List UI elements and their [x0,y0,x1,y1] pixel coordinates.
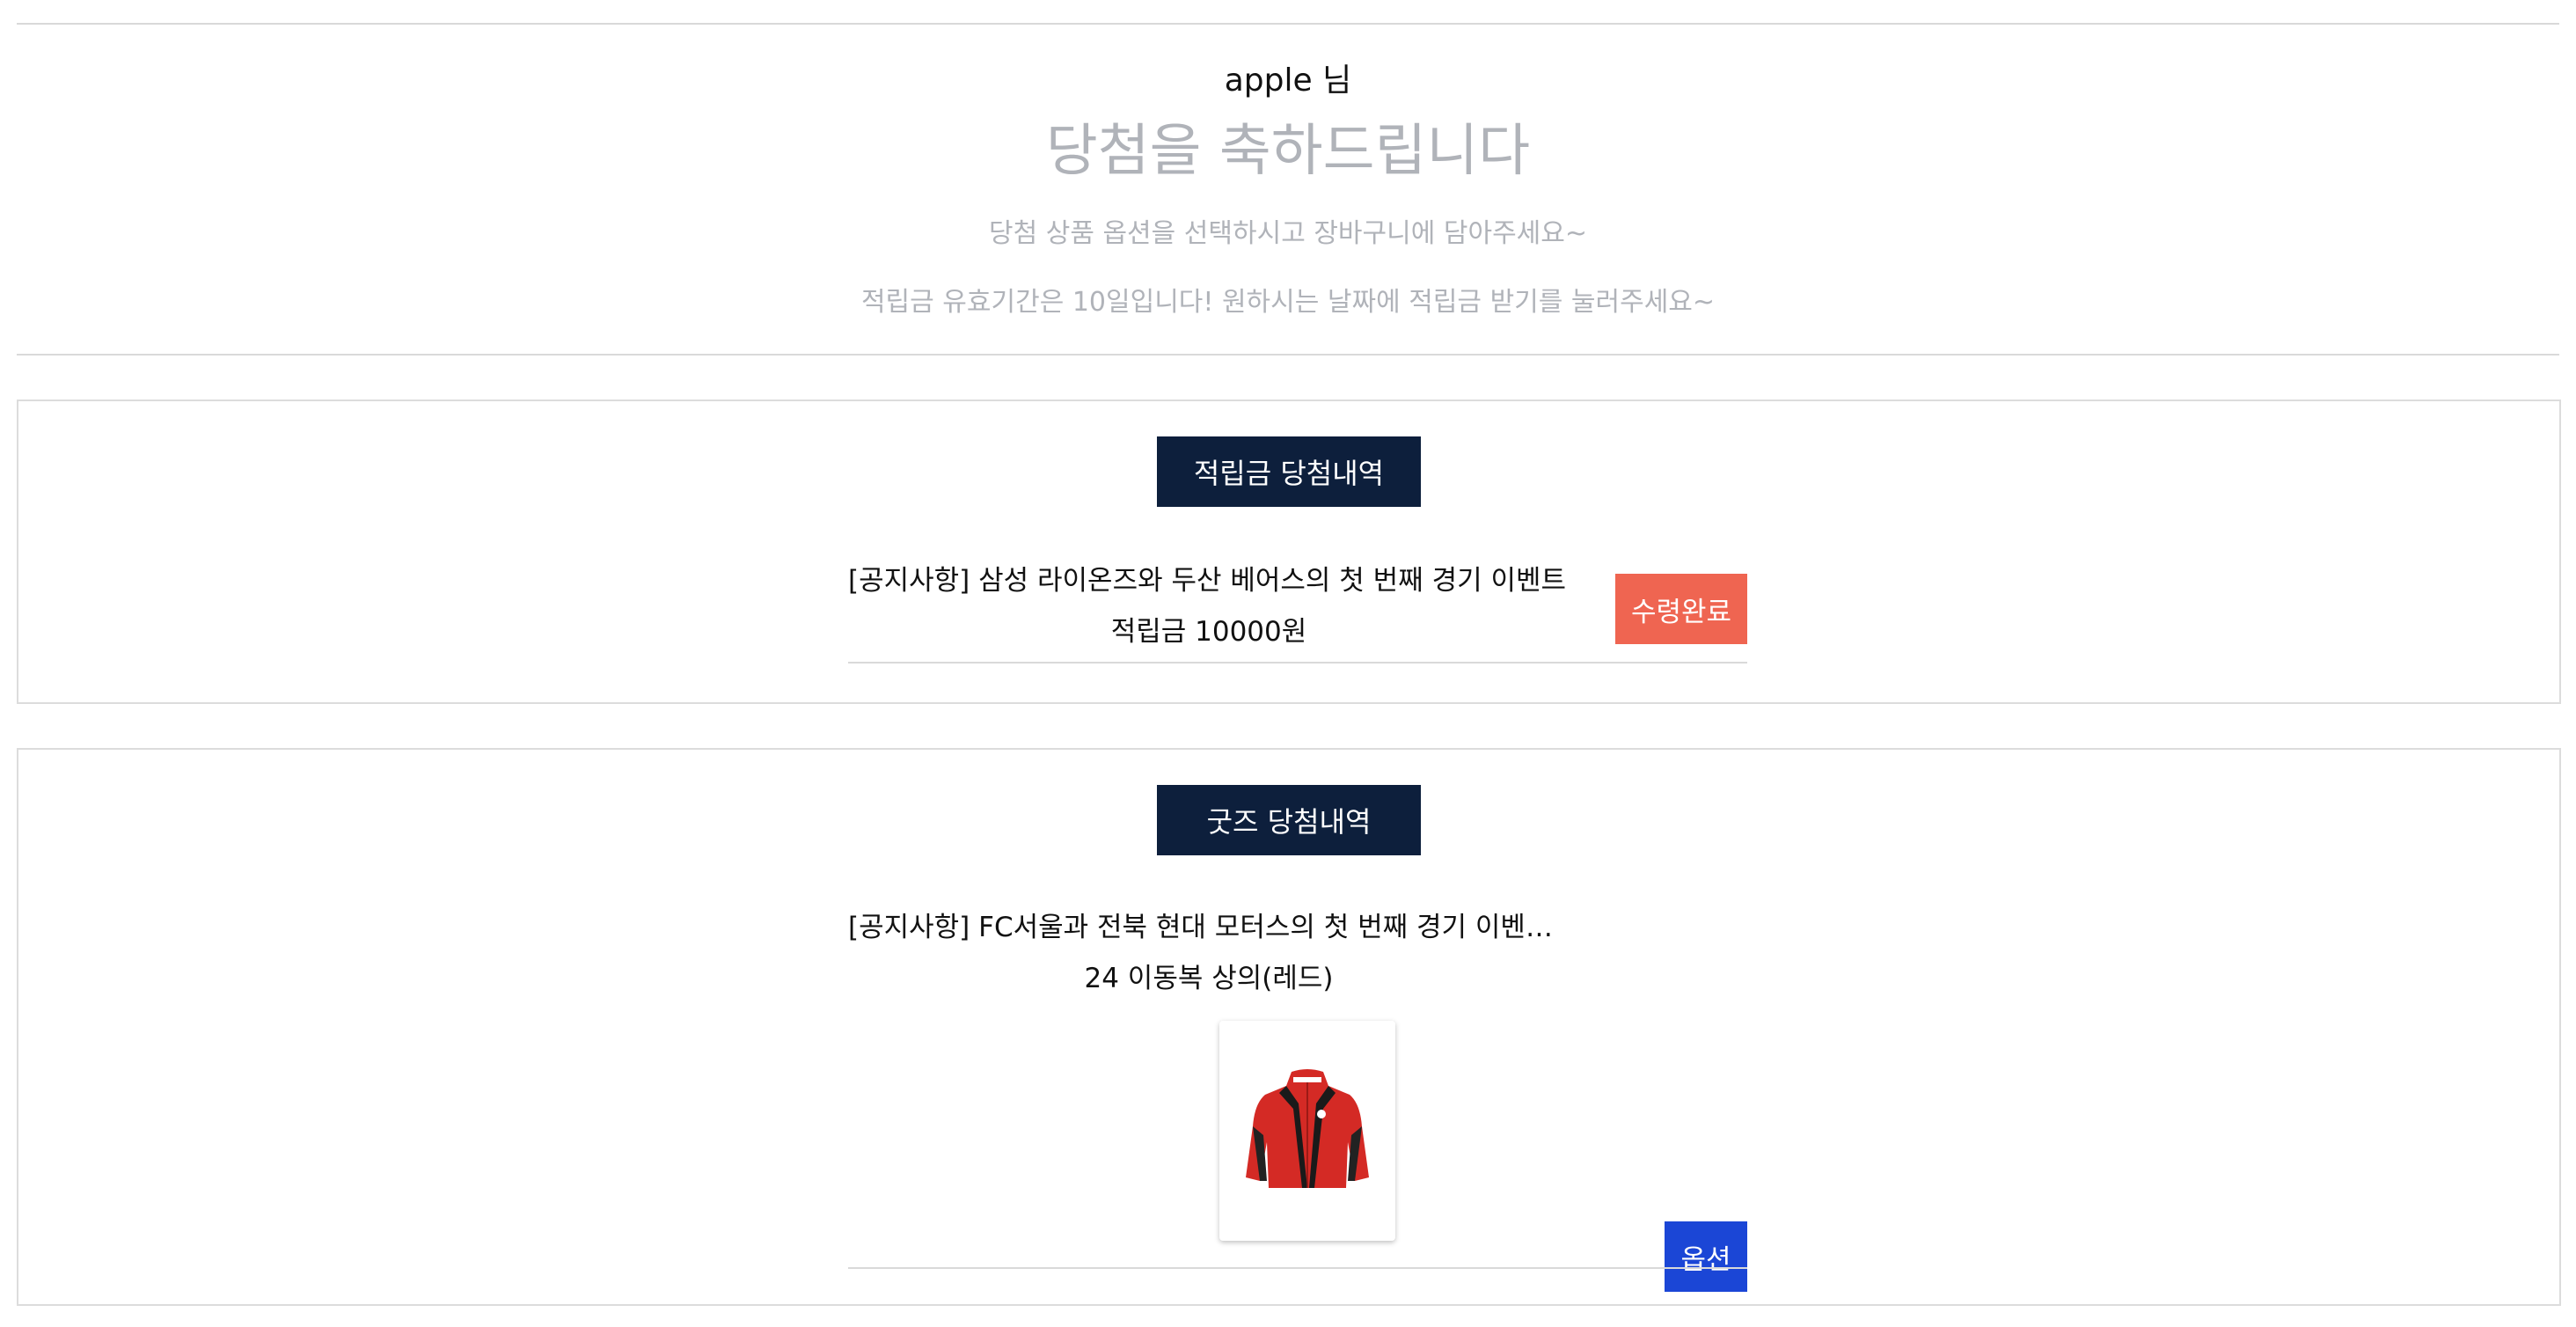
goods-win-panel: 굿즈 당첨내역 [공지사항] FC서울과 전북 현대 모터스의 첫 번째 경기 … [17,748,2561,1306]
goods-win-item: [공지사항] FC서울과 전북 현대 모터스의 첫 번째 경기 이벤트 안내 2… [848,905,1747,1292]
points-section-heading: 적립금 당첨내역 [1157,436,1421,507]
points-win-panel: 적립금 당첨내역 [공지사항] 삼성 라이온즈와 두산 베어스의 첫 번째 경기… [17,400,2561,704]
item-divider [848,662,1747,664]
goods-section-heading: 굿즈 당첨내역 [1157,785,1421,855]
header-divider [17,354,2559,356]
congrats-title: 당첨을 축하드립니다 [1045,119,1531,184]
option-button[interactable]: 옵션 [1665,1221,1747,1292]
points-instruction: 적립금 유효기간은 10일입니다! 원하시는 날짜에 적립금 받기를 눌러주세요… [860,287,1716,318]
top-divider [17,23,2559,25]
option-instruction: 당첨 상품 옵션을 선택하시고 장바구니에 담아주세요~ [988,218,1588,249]
red-jacket-icon [1246,1069,1369,1188]
received-button[interactable]: 수령완료 [1615,574,1747,644]
points-win-item: [공지사항] 삼성 라이온즈와 두산 베어스의 첫 번째 경기 이벤트 적립금 … [848,558,1747,664]
event-title: [공지사항] FC서울과 전북 현대 모터스의 첫 번째 경기 이벤트 안내 [848,912,1570,943]
product-image[interactable] [1219,1021,1395,1241]
product-name: 24 이동복 상의(레드) [1084,963,1334,994]
user-greeting: apple 님 [1224,62,1352,99]
reward-amount: 적립금 10000원 [1110,616,1307,648]
item-divider [848,1267,1747,1269]
event-title: [공지사항] 삼성 라이온즈와 두산 베어스의 첫 번째 경기 이벤트 [848,565,1567,597]
